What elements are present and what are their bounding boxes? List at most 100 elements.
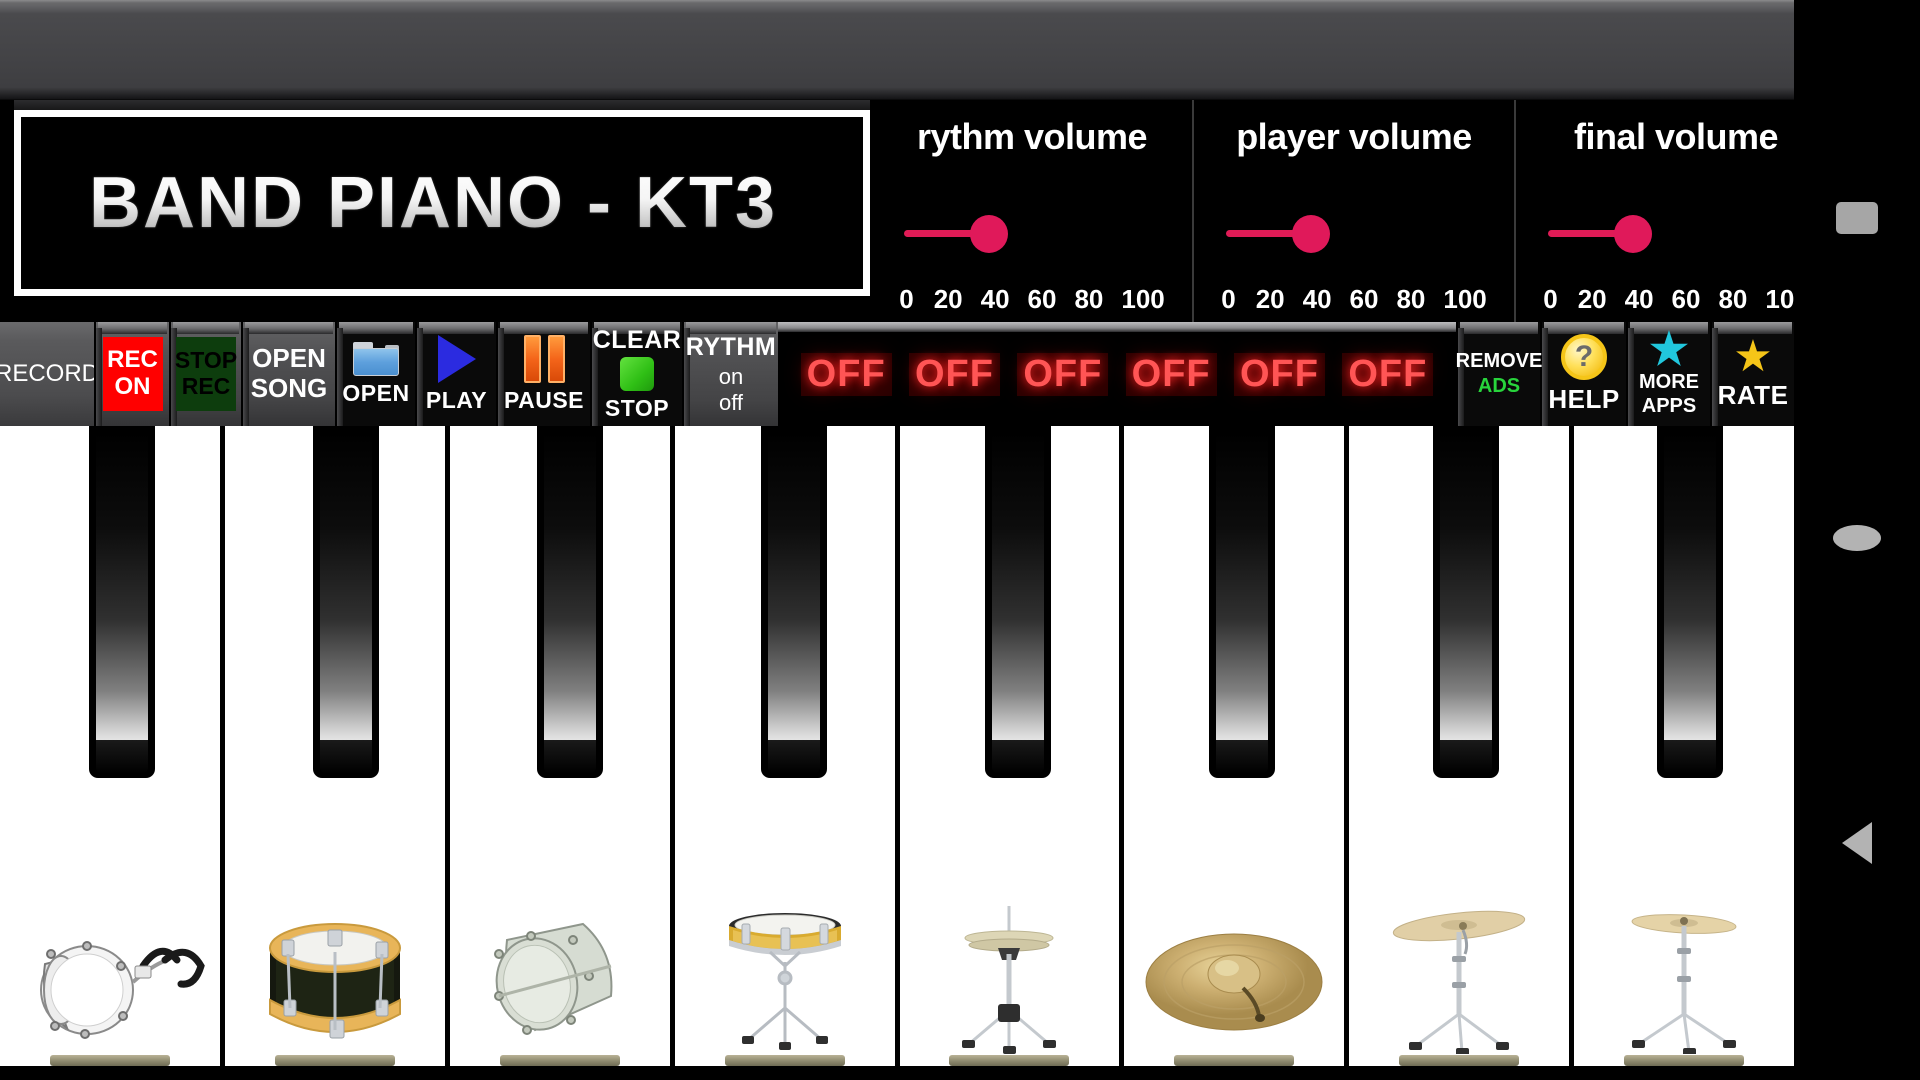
- black-key-6[interactable]: [1209, 426, 1275, 778]
- stop-rec-pad: STOP REC: [174, 337, 238, 411]
- more-apps-button[interactable]: ★ MORE APPS: [1626, 322, 1710, 426]
- clear-label: CLEAR: [592, 326, 682, 354]
- black-key-4[interactable]: [761, 426, 827, 778]
- tick-40: 40: [980, 284, 1010, 314]
- page-title: BAND PIANO - KT3: [21, 162, 777, 244]
- black-key-1[interactable]: [89, 426, 155, 778]
- tick-100: 100: [1121, 284, 1165, 314]
- final-volume-slider[interactable]: [1516, 196, 1836, 270]
- key-pedal: [1624, 1055, 1745, 1066]
- tick-0: 0: [899, 284, 914, 314]
- player-volume-scale: 0 20 40 60 80 100: [1221, 284, 1487, 315]
- tick-40: 40: [1302, 284, 1332, 314]
- player-volume-slider[interactable]: [1194, 196, 1514, 270]
- more-apps-line2: APPS: [1641, 394, 1697, 417]
- rythm-volume-label: rythm volume: [916, 116, 1148, 157]
- white-keys-row: [0, 426, 1794, 1080]
- slider-thumb[interactable]: [970, 215, 1008, 253]
- rec-on-line1: REC: [107, 346, 158, 374]
- off-lamp-6[interactable]: OFF: [1342, 352, 1434, 396]
- black-key-2[interactable]: [313, 426, 379, 778]
- tick-60: 60: [1671, 284, 1701, 314]
- rythm-off-label[interactable]: off: [719, 390, 743, 416]
- floor-tom-icon: [465, 904, 655, 1054]
- slider-track: [1226, 230, 1302, 237]
- slider-track: [904, 230, 980, 237]
- volume-panels: rythm volume 0 20 40 60 80 100 player vo…: [872, 100, 1809, 322]
- slider-thumb[interactable]: [1292, 215, 1330, 253]
- black-key-3[interactable]: [537, 426, 603, 778]
- tick-60: 60: [1349, 284, 1379, 314]
- open-song-line2: SONG: [250, 373, 328, 403]
- tick-100: 100: [1443, 284, 1487, 314]
- pause-icon: [523, 334, 565, 383]
- recents-icon[interactable]: [1836, 202, 1878, 234]
- off-lamp-2[interactable]: OFF: [909, 352, 1000, 396]
- tick-60: 60: [1027, 284, 1057, 314]
- header: BAND PIANO - KT3 rythm volume 0 20 40 60…: [0, 100, 1809, 322]
- stop-rec-button[interactable]: STOP REC: [169, 322, 241, 426]
- final-volume-scale: 0 20 40 60 80 100: [1543, 284, 1809, 315]
- rythm-channel-lamps: OFF OFF OFF OFF OFF OFF: [778, 322, 1456, 426]
- bass-drum-icon: [15, 904, 205, 1054]
- help-glyph: ?: [1574, 339, 1594, 373]
- off-lamp-5[interactable]: OFF: [1233, 352, 1325, 396]
- key-pedal: [949, 1055, 1070, 1066]
- record-section-label: RECORD: [0, 322, 99, 426]
- home-icon[interactable]: [1833, 525, 1881, 551]
- rythm-on-label[interactable]: on: [719, 364, 743, 390]
- remove-ads-line1: REMOVE: [1455, 350, 1543, 372]
- rate-caption: RATE: [1717, 380, 1789, 411]
- ride-cymbal-icon: [1139, 904, 1329, 1054]
- tick-80: 80: [1396, 284, 1426, 314]
- clear-stop-caption: STOP: [604, 395, 670, 421]
- hi-hat-icon: [914, 904, 1104, 1054]
- back-icon[interactable]: [1842, 822, 1872, 864]
- crash-cymbal-stand-icon: [1364, 904, 1554, 1054]
- star-icon: ★: [1649, 325, 1689, 375]
- black-key-7[interactable]: [1433, 426, 1499, 778]
- help-button[interactable]: ? HELP: [1540, 322, 1626, 426]
- question-mark-icon: ?: [1561, 333, 1607, 380]
- key-pedal: [49, 1055, 170, 1066]
- app-root: BAND PIANO - KT3 rythm volume 0 20 40 60…: [0, 0, 1920, 1080]
- snare-drum-icon: [690, 904, 880, 1054]
- stop-rec-line2: REC: [181, 373, 231, 399]
- volume-panel-player: player volume 0 20 40 60 80 100: [1192, 100, 1514, 322]
- toolbar: RECORD REC ON STOP REC OPEN SONG OPEN PL…: [0, 322, 1794, 426]
- rythm-toggle-button[interactable]: RYTHM on off: [682, 322, 778, 426]
- play-caption: PLAY: [425, 386, 488, 413]
- rythm-volume-slider[interactable]: [872, 196, 1192, 270]
- off-lamp-3[interactable]: OFF: [1017, 352, 1109, 396]
- ad-banner-strip[interactable]: [0, 0, 1794, 100]
- remove-ads-button[interactable]: REMOVE ADS: [1455, 322, 1543, 426]
- title-plate: BAND PIANO - KT3: [14, 110, 870, 296]
- tick-40: 40: [1624, 284, 1654, 314]
- rate-button[interactable]: ★ RATE: [1710, 322, 1794, 426]
- open-song-line1: OPEN: [252, 343, 326, 374]
- clear-stop-button[interactable]: CLEAR STOP: [590, 322, 682, 426]
- stop-rec-line1: STOP: [174, 347, 238, 374]
- slider-track: [1548, 230, 1624, 237]
- pause-button[interactable]: PAUSE: [496, 322, 590, 426]
- off-lamp-4[interactable]: OFF: [1125, 352, 1217, 396]
- marching-drum-icon: [240, 904, 430, 1054]
- play-button[interactable]: PLAY: [415, 322, 496, 426]
- black-key-5[interactable]: [985, 426, 1051, 778]
- off-lamp-1[interactable]: OFF: [800, 352, 892, 396]
- volume-panel-final: final volume 0 20 40 60 80 100: [1514, 100, 1836, 322]
- black-key-8[interactable]: [1657, 426, 1723, 778]
- slider-thumb[interactable]: [1614, 215, 1652, 253]
- rythm-volume-scale: 0 20 40 60 80 100: [899, 284, 1165, 315]
- open-button[interactable]: OPEN: [335, 322, 415, 426]
- rythm-title: RYTHM: [685, 332, 777, 361]
- open-song-button[interactable]: OPEN SONG: [241, 322, 335, 426]
- player-volume-label: player volume: [1236, 116, 1472, 157]
- system-navbar: [1794, 0, 1920, 1080]
- tick-80: 80: [1074, 284, 1104, 314]
- rec-on-button[interactable]: REC ON: [94, 322, 169, 426]
- key-pedal: [499, 1055, 620, 1066]
- tick-0: 0: [1221, 284, 1236, 314]
- open-caption: OPEN: [342, 379, 410, 406]
- remove-ads-line2: ADS: [1477, 375, 1521, 397]
